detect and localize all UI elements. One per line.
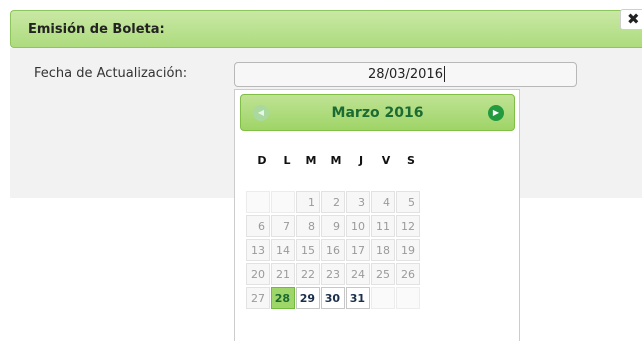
close-icon: ✖ <box>627 10 640 28</box>
calendar-day: 4 <box>371 191 395 213</box>
calendar-day-selected[interactable]: 28 <box>271 287 295 309</box>
datepicker-header: ◀ Marzo 2016 ▶ <box>240 94 515 131</box>
weekday-header: L <box>283 154 291 167</box>
calendar-day: 19 <box>396 239 420 261</box>
datepicker: ◀ Marzo 2016 ▶ D L M M J V S 1 2 3 4 5 6 7 8 9 10 11 12 13 1… <box>234 89 520 341</box>
weekday-header: S <box>407 154 415 167</box>
next-arrow-icon: ▶ <box>492 108 500 117</box>
calendar-day[interactable]: 31 <box>346 287 370 309</box>
calendar-day: 15 <box>296 239 320 261</box>
calendar-empty-cell <box>371 287 395 309</box>
calendar-day: 20 <box>246 263 270 285</box>
calendar-day: 8 <box>296 215 320 237</box>
weekday-header: V <box>381 154 391 167</box>
dialog-title: Emisión de Boleta: <box>28 22 165 37</box>
calendar-day: 18 <box>371 239 395 261</box>
calendar-day: 21 <box>271 263 295 285</box>
close-button[interactable]: ✖ <box>620 9 642 30</box>
weekday-header: M <box>330 154 342 167</box>
calendar-day: 5 <box>396 191 420 213</box>
calendar-day: 16 <box>321 239 345 261</box>
calendar-day: 10 <box>346 215 370 237</box>
calendar-day: 23 <box>321 263 345 285</box>
weekday-header: M <box>305 154 317 167</box>
weekday-header: J <box>358 154 364 167</box>
dialog-header: Emisión de Boleta: <box>10 10 642 48</box>
calendar-day: 26 <box>396 263 420 285</box>
month-year-title: Marzo 2016 <box>331 105 424 121</box>
calendar-day: 22 <box>296 263 320 285</box>
calendar-empty-cell <box>246 191 270 213</box>
calendar-day: 11 <box>371 215 395 237</box>
date-input[interactable] <box>234 62 577 87</box>
text-caret <box>444 66 445 82</box>
calendar-day: 12 <box>396 215 420 237</box>
calendar-day: 17 <box>346 239 370 261</box>
calendar-day: 9 <box>321 215 345 237</box>
calendar-day: 2 <box>321 191 345 213</box>
next-month-button[interactable]: ▶ <box>488 105 504 121</box>
calendar-day: 27 <box>246 287 270 309</box>
calendar-day: 14 <box>271 239 295 261</box>
date-label: Fecha de Actualización: <box>34 66 188 81</box>
calendar-day: 25 <box>371 263 395 285</box>
calendar-day: 13 <box>246 239 270 261</box>
calendar-day: 7 <box>271 215 295 237</box>
calendar-day: 24 <box>346 263 370 285</box>
calendar-day: 3 <box>346 191 370 213</box>
calendar-empty-cell <box>396 287 420 309</box>
calendar-day[interactable]: 30 <box>321 287 345 309</box>
calendar-day[interactable]: 29 <box>296 287 320 309</box>
calendar-day: 1 <box>296 191 320 213</box>
weekday-header: D <box>257 154 267 167</box>
calendar-empty-cell <box>271 191 295 213</box>
calendar-day: 6 <box>246 215 270 237</box>
